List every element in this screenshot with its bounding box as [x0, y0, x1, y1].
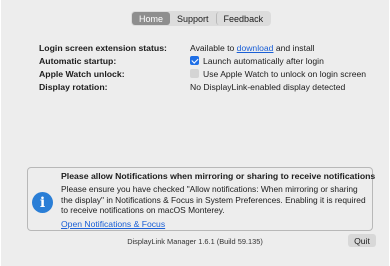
apple-watch-checkbox-label: Use Apple Watch to unlock on login scree… [203, 69, 367, 79]
login-extension-value: Available to download and install [190, 42, 315, 54]
notice-title: Please allow Notifications when mirrorin… [61, 171, 376, 181]
display-rotation-label: Display rotation: [39, 82, 108, 92]
login-extension-suffix: and install [275, 43, 315, 53]
auto-startup-label: Automatic startup: [39, 56, 117, 66]
open-notifications-link[interactable]: Open Notifications & Focus [61, 219, 165, 229]
displaylink-manager-window: Home Support Feedback Login screen exten… [1, 0, 389, 266]
launch-at-login-label[interactable]: Launch automatically after login [203, 56, 324, 66]
apple-watch-label: Apple Watch unlock: [39, 69, 125, 79]
tab-support[interactable]: Support [170, 12, 216, 25]
tab-home[interactable]: Home [132, 12, 171, 25]
download-link[interactable]: download [237, 43, 274, 53]
info-icon: i [32, 192, 53, 213]
notice-body: Please ensure you have checked "Allow no… [61, 184, 366, 216]
apple-watch-checkbox[interactable] [190, 69, 199, 78]
apple-watch-control: Use Apple Watch to unlock on login scree… [190, 68, 366, 80]
quit-button[interactable]: Quit [348, 234, 376, 247]
auto-startup-control: Launch automatically after login [190, 55, 324, 67]
version-label: DisplayLink Manager 1.6.1 (Build 59.135) [127, 237, 263, 246]
login-extension-label: Login screen extension status: [39, 43, 167, 53]
tab-feedback[interactable]: Feedback [215, 12, 271, 25]
login-extension-prefix: Available to [190, 43, 235, 53]
notification-notice: Please allow Notifications when mirrorin… [27, 167, 376, 231]
tab-bar: Home Support Feedback [131, 11, 272, 26]
display-rotation-value: No DisplayLink-enabled display detected [190, 82, 346, 92]
launch-at-login-checkbox[interactable] [190, 56, 199, 65]
